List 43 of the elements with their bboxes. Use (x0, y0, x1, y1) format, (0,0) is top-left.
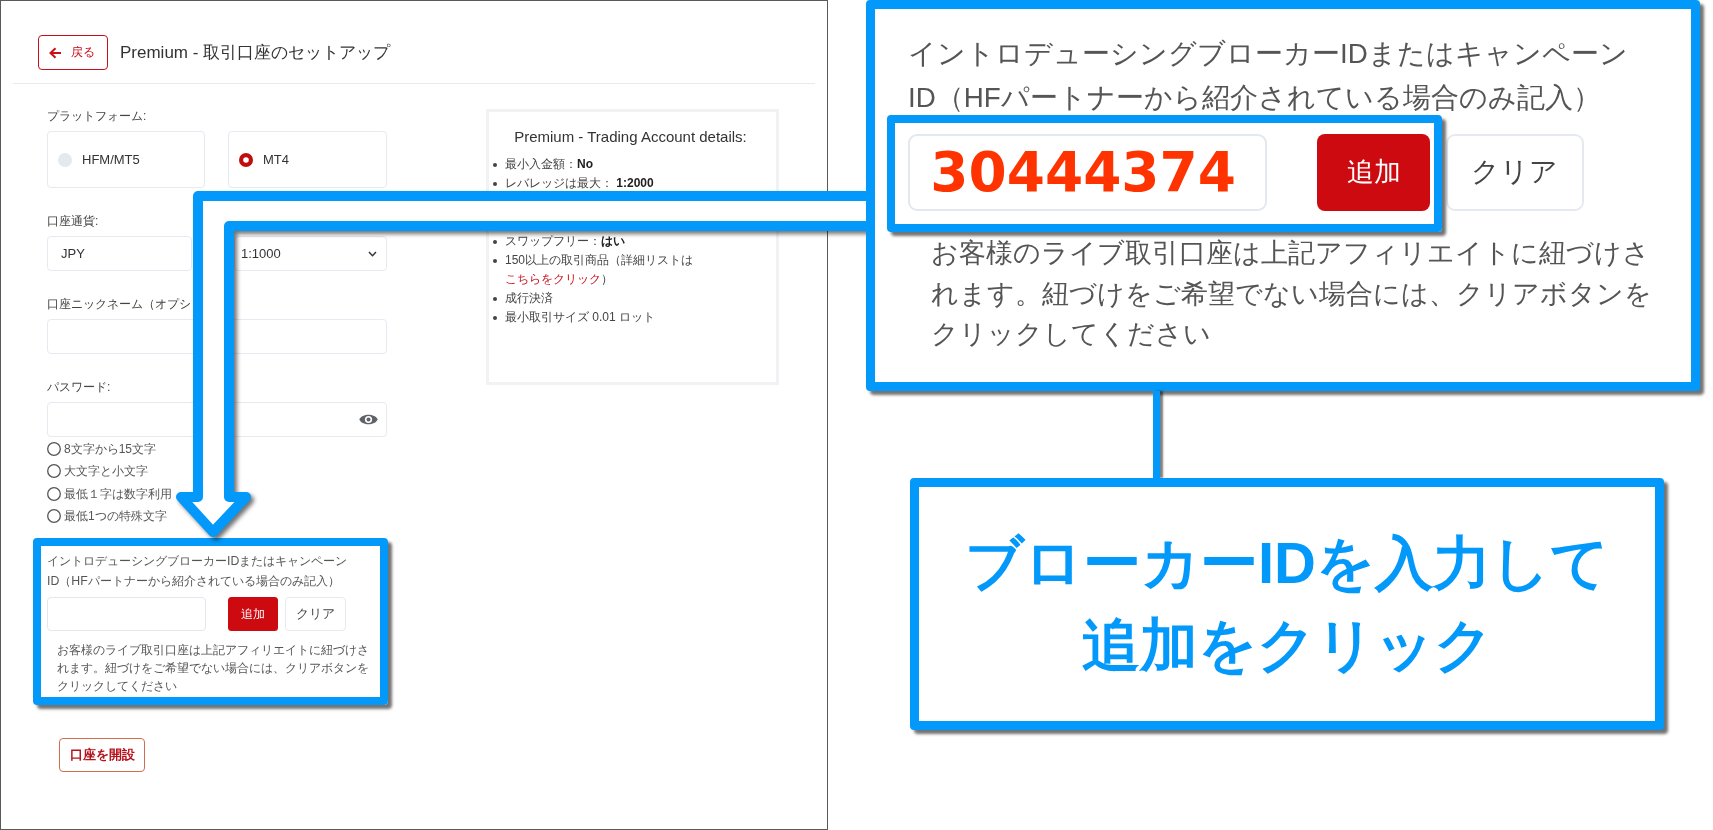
detail-text: 最小入金額：No (505, 156, 593, 173)
card-title: Premium - Trading Account details: (513, 127, 748, 147)
field-label: イントロデューシングブローカーIDまたはキャンペーンID（HFパートナーから紹介されている場合のみ記入） (47, 553, 349, 590)
requirement-text: 大文字と小文字 (64, 463, 148, 481)
bullet-icon (493, 316, 497, 320)
field-label: 口座ニックネーム（オプシ (47, 296, 191, 313)
eye-icon[interactable] (359, 413, 378, 426)
notice-text: お客様のライブ取引口座は上記アフィリエイトに紐づけされます。紐づけをご希望でない場合には、クリアボタンをクリックしてください (57, 642, 370, 695)
chevron-down-icon (368, 250, 377, 257)
detail-text: スワップフリー：はい (505, 233, 625, 250)
notice-text: お客様のライブ取引口座は上記アフィリエイトに紐づけされます。紐づけをご希望でない場合には、クリアボタンをクリックしてください (930, 236, 1653, 352)
bullet-icon (493, 240, 497, 244)
back-button[interactable]: 戻る (38, 35, 108, 70)
detail-text: 150以上の取引商品（詳細リストは こちらをクリック） (505, 252, 695, 288)
instruction-text: ブローカーIDを入力して追加をクリック (964, 529, 1610, 679)
open-account-button[interactable]: 口座を開設 (59, 738, 145, 772)
bullet-icon (493, 297, 497, 301)
add-button[interactable]: 追加 (228, 597, 278, 631)
broker-id-input[interactable]: 30444374 (908, 133, 1268, 211)
field-label: パスワード: (47, 379, 111, 396)
field-label: 口座通貨: (47, 213, 99, 230)
requirement-text: 8文字から15文字 (64, 441, 157, 459)
clear-button[interactable]: クリア (285, 597, 346, 631)
platform-option[interactable]: HFM/MT5 (47, 131, 205, 188)
page-title: Premium - 取引口座のセットアップ (120, 42, 391, 64)
detail-text: 成行決済 (505, 290, 553, 307)
bullet-icon (493, 163, 497, 167)
field-label: プラットフォーム: (47, 108, 147, 125)
leverage-select[interactable]: 1:1000 (234, 236, 387, 271)
clear-button[interactable]: クリア (1445, 133, 1584, 211)
detail-text: 最小取引サイズ 0.01 ロット (505, 309, 656, 326)
details-link[interactable]: こちらをクリック (505, 272, 601, 286)
bullet-icon (493, 259, 497, 263)
currency-select[interactable]: JPY (47, 236, 192, 271)
detail-text: レバレッジは最大： 1:2000 (505, 175, 654, 192)
arrow-left-icon (49, 46, 62, 59)
bullet-icon (493, 182, 497, 186)
broker-id-input[interactable] (47, 597, 206, 631)
platform-option[interactable]: MT4 (228, 131, 387, 188)
requirement-text: 最低1つの特殊文字 (64, 507, 167, 525)
add-button[interactable]: 追加 (1317, 133, 1431, 211)
requirement-text: 最低１字は数字利用 (64, 485, 172, 503)
field-label: イントロデューシングブローカーIDまたはキャンペーンID（HFパートナーから紹介されている場合のみ記入） (908, 37, 1629, 116)
